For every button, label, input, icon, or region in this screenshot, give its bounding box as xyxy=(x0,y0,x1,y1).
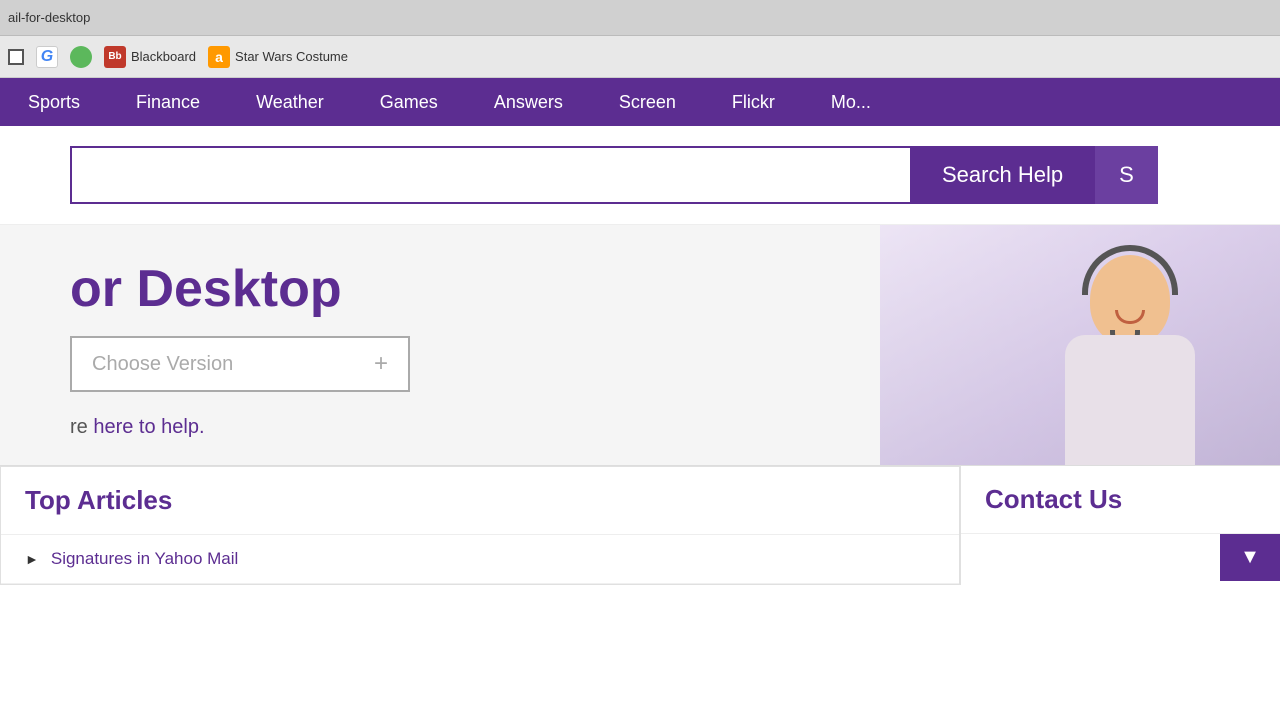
top-articles-panel: Top Articles ► Signatures in Yahoo Mail xyxy=(0,466,960,585)
choose-version-button[interactable]: Choose Version + xyxy=(70,336,410,392)
bookmark-amazon[interactable]: a Star Wars Costume xyxy=(208,46,348,68)
nav-sports[interactable]: Sports xyxy=(0,78,108,126)
blackboard-favicon: Bb xyxy=(104,46,126,68)
green-icon xyxy=(70,46,92,68)
hero-title: or Desktop xyxy=(70,261,1280,318)
amazon-favicon: a xyxy=(208,46,230,68)
search-extra-button[interactable]: S xyxy=(1095,146,1158,204)
tab-title: ail-for-desktop xyxy=(8,10,90,25)
search-help-button[interactable]: Search Help xyxy=(910,146,1095,204)
nav-more[interactable]: Mo... xyxy=(803,78,899,126)
main-nav: Sports Finance Weather Games Answers Scr… xyxy=(0,78,1280,126)
help-link[interactable]: here to help. xyxy=(93,416,204,438)
contact-us-panel: Contact Us ▼ xyxy=(960,466,1280,585)
nav-finance[interactable]: Finance xyxy=(108,78,228,126)
checkbox-icon xyxy=(8,49,24,65)
hero-section: or Desktop Choose Version + re here to h… xyxy=(0,225,1280,465)
amazon-label: Star Wars Costume xyxy=(235,49,348,64)
search-input[interactable] xyxy=(70,146,910,204)
contact-us-header: Contact Us xyxy=(961,466,1280,534)
nav-answers[interactable]: Answers xyxy=(466,78,591,126)
nav-games[interactable]: Games xyxy=(352,78,466,126)
bookmark-green[interactable] xyxy=(70,46,92,68)
contact-dropdown-button[interactable]: ▼ xyxy=(1220,534,1280,581)
nav-weather[interactable]: Weather xyxy=(228,78,352,126)
bookmark-blackboard[interactable]: Bb Blackboard xyxy=(104,46,196,68)
bookmark-google[interactable]: G xyxy=(36,46,58,68)
nav-flickr[interactable]: Flickr xyxy=(704,78,803,126)
google-icon: G xyxy=(36,46,58,68)
nav-screen[interactable]: Screen xyxy=(591,78,704,126)
bookmarks-bar: G Bb Blackboard a Star Wars Costume xyxy=(0,36,1280,78)
top-articles-header: Top Articles xyxy=(1,467,959,535)
tab-bar: ail-for-desktop xyxy=(0,0,1280,36)
blackboard-label: Blackboard xyxy=(131,49,196,64)
hero-text: or Desktop Choose Version + re here to h… xyxy=(70,261,1280,447)
plus-icon: + xyxy=(374,350,388,378)
search-area: Search Help S xyxy=(0,126,1280,225)
article-row[interactable]: ► Signatures in Yahoo Mail xyxy=(1,535,959,584)
bookmark-checkbox[interactable] xyxy=(8,49,24,65)
article-arrow-icon: ► xyxy=(25,551,39,567)
hero-subtitle: re here to help. xyxy=(70,416,1280,439)
bottom-section: Top Articles ► Signatures in Yahoo Mail … xyxy=(0,465,1280,585)
article-link-signatures[interactable]: Signatures in Yahoo Mail xyxy=(51,549,238,569)
